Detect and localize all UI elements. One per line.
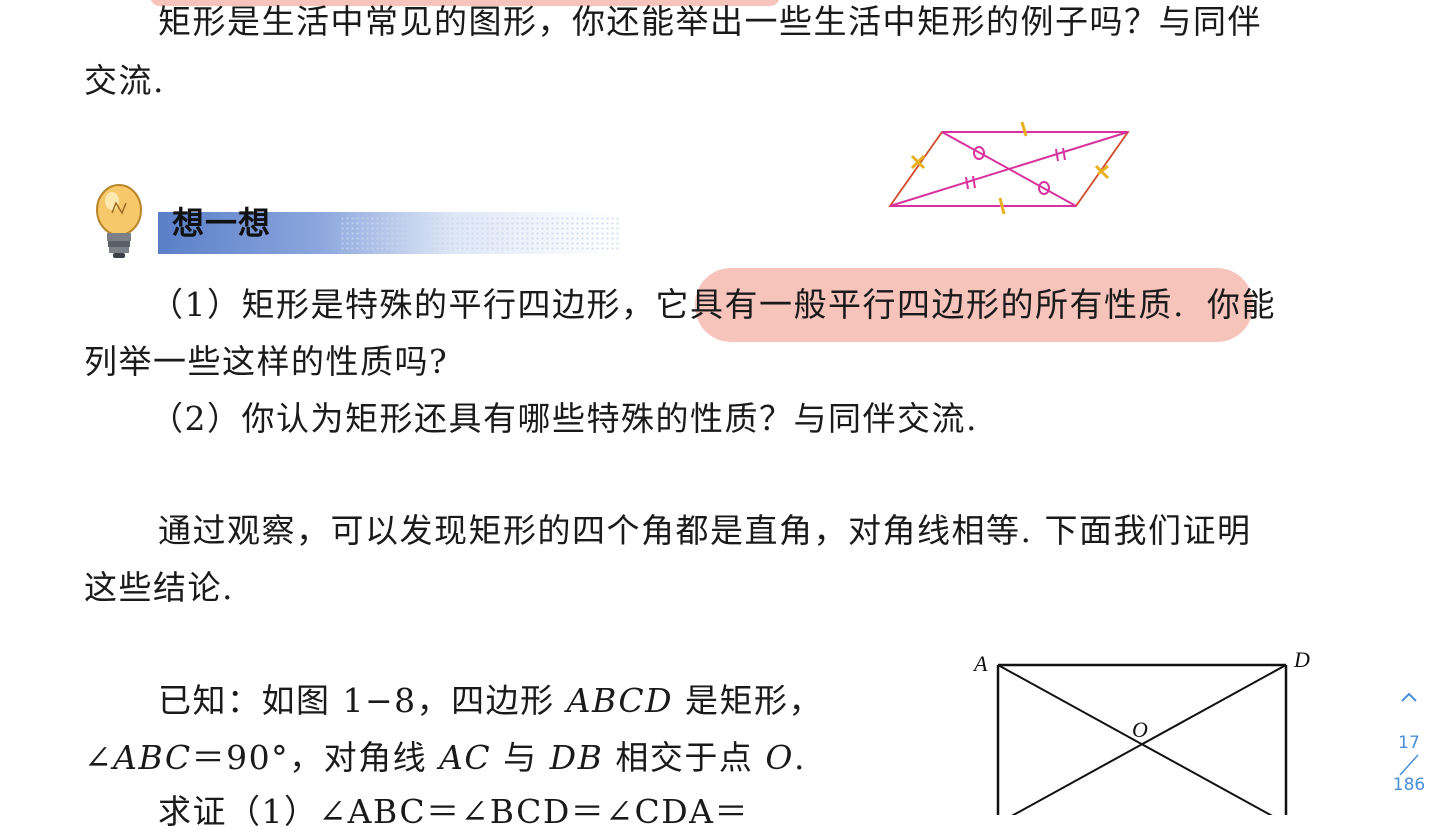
- question1-part-c: 你能: [1207, 285, 1276, 324]
- given-abc: ABC: [113, 738, 192, 777]
- parallelogram-sketch: [888, 121, 1130, 215]
- section-title: 想一想: [172, 204, 272, 242]
- lightbulb-icon: [96, 184, 142, 258]
- given-ac: AC: [439, 738, 492, 777]
- question2: （2）你认为矩形还具有哪些特殊的性质？与同伴交流.: [150, 399, 978, 438]
- paragraph1-line1: 矩形是生活中常见的图形，你还能举出一些生活中矩形的例子吗？与同伴: [158, 2, 1262, 41]
- given-mid1: ＝90°，对角线: [191, 738, 440, 777]
- total-pages: 186: [1392, 775, 1426, 795]
- given-suffix: 是矩形，: [673, 681, 824, 720]
- chevron-up-icon[interactable]: [1394, 685, 1424, 709]
- angle-symbol: ∠: [84, 738, 114, 777]
- question1-highlighted: 具有一般平行四边形的所有性质.: [690, 285, 1185, 324]
- question1-line2: 列举一些这样的性质吗?: [84, 342, 449, 381]
- given-mid3: 相交于点: [603, 738, 766, 777]
- current-page: 17: [1398, 733, 1420, 753]
- label-a: A: [972, 651, 988, 676]
- paragraph1-line2: 交流.: [84, 61, 165, 100]
- paragraph2-line2: 这些结论.: [84, 568, 234, 607]
- page-indicator: 17 186: [1386, 685, 1432, 800]
- given-o: O: [765, 738, 794, 777]
- given-mid2: 与: [491, 738, 550, 777]
- given-abcd: ABCD: [566, 681, 674, 720]
- label-o: O: [1132, 717, 1148, 742]
- prove-line-partial: 求证（1）∠ABC＝∠BCD＝∠CDA＝: [158, 792, 749, 831]
- given-db: DB: [549, 738, 604, 777]
- given-line1: 已知：如图 1−8，四边形 ABCD 是矩形，: [158, 679, 823, 723]
- label-d: D: [1293, 647, 1310, 672]
- given-line2: ∠ABC＝90°，对角线 AC 与 DB 相交于点 O.: [84, 736, 806, 780]
- given-prefix: 已知：如图 1−8，四边形: [158, 681, 567, 720]
- banner-pattern: [340, 216, 620, 250]
- rectangle-figure: A D O: [972, 647, 1310, 815]
- question1-part-a: （1）矩形是特殊的平行四边形，它: [150, 285, 690, 324]
- page-divider: [1399, 754, 1419, 776]
- paragraph2-line1: 通过观察，可以发现矩形的四个角都是直角，对角线相等. 下面我们证明: [158, 511, 1252, 550]
- question1-line1: （1）矩形是特殊的平行四边形，它具有一般平行四边形的所有性质. 你能: [150, 283, 1276, 327]
- given-end: .: [793, 738, 806, 777]
